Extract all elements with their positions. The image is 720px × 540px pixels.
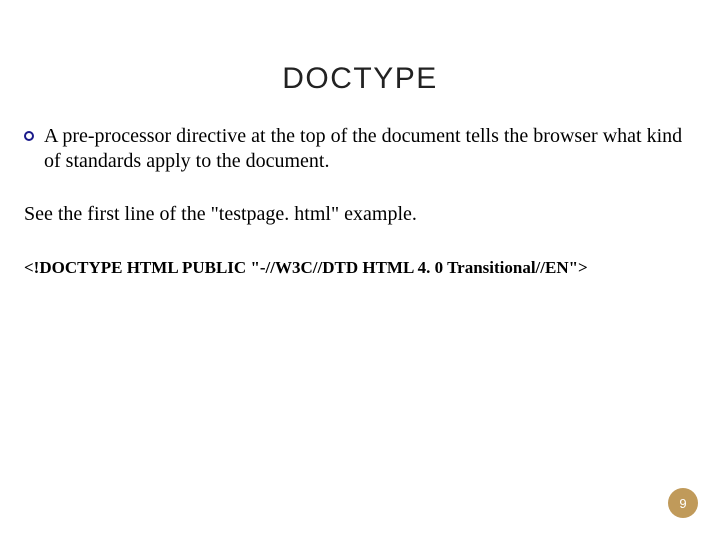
slide-title: DOCTYPE <box>0 0 720 96</box>
bullet-text: A pre-processor directive at the top of … <box>44 124 698 174</box>
bullet-icon <box>24 131 34 141</box>
see-example-text: See the first line of the "testpage. htm… <box>24 202 698 227</box>
doctype-code: <!DOCTYPE HTML PUBLIC "-//W3C//DTD HTML … <box>24 257 698 278</box>
slide: DOCTYPE A pre-processor directive at the… <box>0 0 720 540</box>
bullet-item: A pre-processor directive at the top of … <box>24 124 698 174</box>
page-number-badge: 9 <box>668 488 698 518</box>
slide-body: A pre-processor directive at the top of … <box>0 96 720 278</box>
